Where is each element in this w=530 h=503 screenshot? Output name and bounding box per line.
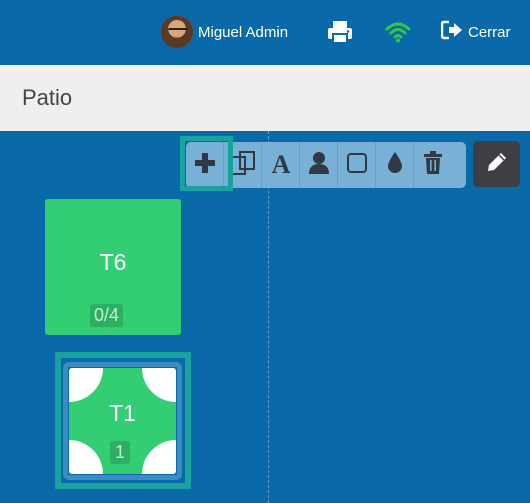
chair-corner (69, 440, 103, 474)
add-button-highlight (180, 136, 233, 191)
capacity-badge: 0/4 (90, 304, 124, 327)
user-icon (308, 151, 330, 180)
svg-text:A: A (271, 150, 290, 176)
table-label: T6 (99, 249, 127, 275)
edit-button[interactable] (473, 141, 520, 187)
user-button[interactable] (300, 142, 338, 188)
capacity-badge: 1 (110, 441, 131, 464)
printer-icon[interactable] (327, 18, 353, 46)
chair-corner (142, 440, 176, 474)
square-icon (346, 152, 368, 179)
chair-corner (69, 368, 103, 402)
shape-button[interactable] (338, 142, 376, 188)
table-t1[interactable]: T1 1 (69, 368, 176, 474)
logout-button[interactable]: Cerrar (440, 18, 511, 46)
logout-icon (440, 20, 468, 44)
font-icon: A (268, 150, 294, 181)
table-label: T1 (109, 400, 136, 426)
logout-label: Cerrar (468, 23, 511, 41)
trash-icon (423, 150, 443, 180)
user-menu[interactable]: Miguel Admin (160, 14, 288, 50)
text-button[interactable]: A (262, 142, 300, 188)
user-name: Miguel Admin (198, 23, 289, 41)
title-bar: Patio (0, 65, 530, 131)
chair-corner (142, 368, 176, 402)
page-title: Patio (22, 85, 73, 110)
droplet-icon (386, 151, 404, 180)
wifi-icon (385, 18, 411, 46)
color-button[interactable] (376, 142, 414, 188)
top-bar: Miguel Admin Cerrar (0, 0, 530, 65)
pencil-icon (485, 150, 509, 179)
delete-button[interactable] (414, 142, 452, 188)
avatar (160, 15, 194, 49)
